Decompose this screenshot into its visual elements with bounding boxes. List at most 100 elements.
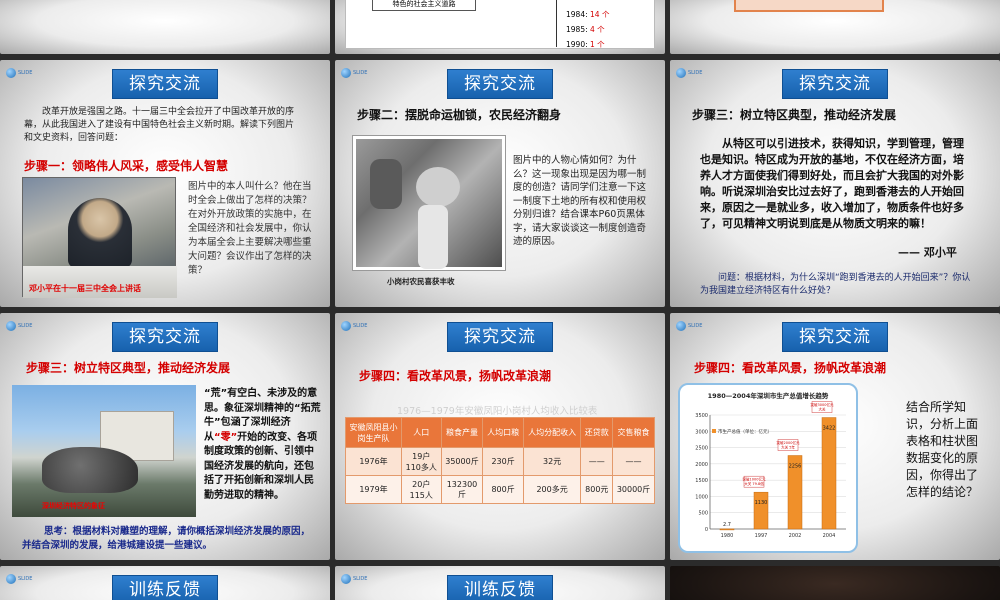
table-cell: —— bbox=[580, 447, 614, 476]
bar-value-label: 2256 bbox=[789, 464, 802, 470]
slide-thumbnail-7[interactable]: SLIDE 探究交流 步骤三：树立特区典型，推动经济发展 深圳经济特区的象征 “… bbox=[0, 313, 330, 560]
intro-text: 改革开放是强国之路。十一届三中全会拉开了中国改革开放的序幕，从此我国进入了建设有… bbox=[24, 107, 295, 143]
question-text: 问题：根据材料，为什么深圳“跑到香港去的人开始回来”？你认为我国建立经济特区有什… bbox=[700, 273, 971, 296]
slide-thumbnail-9[interactable]: SLIDE 探究交流 步骤四：看改革风景，扬帆改革浪潮 1980—2004年深圳… bbox=[670, 313, 1000, 560]
table-header: 交售粮食 bbox=[612, 417, 655, 448]
bar-value-label: 2.7 bbox=[723, 522, 731, 528]
farmer-figure bbox=[370, 159, 402, 209]
table-header: 人均分配收入 bbox=[522, 417, 582, 448]
step-heading: 步骤四：看改革风景，扬帆改革浪潮 bbox=[694, 361, 887, 375]
bar bbox=[753, 491, 769, 530]
photo-caption: 邓小平在十一届三中全会上讲话 bbox=[29, 284, 141, 293]
y-tick-label: 3000 bbox=[695, 429, 708, 435]
globe-icon bbox=[341, 68, 351, 78]
table-cell: 30000斤 bbox=[612, 475, 655, 504]
y-tick-label: 2500 bbox=[695, 446, 708, 452]
table-cell: 132300 斤 bbox=[440, 475, 484, 504]
logo-text: SLIDE bbox=[18, 575, 33, 582]
slide-thumbnail-5[interactable]: SLIDE 探究交流 步骤二：摆脱命运枷锁，农民经济翻身 小岗村农民喜获丰收 图… bbox=[335, 60, 665, 307]
road-text-box: 特色的社会主义道路 bbox=[372, 0, 476, 11]
orange-box bbox=[734, 0, 884, 12]
slide-thumbnail-2[interactable]: 特色的社会主义道路 1984: 14 个 1985: 4 个 1990: 1 个 bbox=[335, 0, 665, 54]
logo: SLIDE bbox=[676, 66, 702, 80]
step-heading: 步骤二：摆脱命运枷锁，农民经济翻身 bbox=[357, 108, 562, 122]
table-header: 人均口粮 bbox=[482, 417, 524, 448]
slide-thumbnail-6[interactable]: SLIDE 探究交流 步骤三：树立特区典型，推动经济发展 从特区可以引进技术，获… bbox=[670, 60, 1000, 307]
logo: SLIDE bbox=[6, 572, 32, 586]
table-cell: 230斤 bbox=[482, 447, 524, 476]
grain-sack bbox=[416, 167, 460, 207]
logo-text: SLIDE bbox=[353, 322, 368, 329]
bull-sculpture-photo: 深圳经济特区的象征 bbox=[12, 385, 196, 517]
body-text: “荒”有空白、未涉及的意思。象征深圳精神的“拓荒牛”包涵了深圳经济从“零”开始的… bbox=[204, 388, 321, 501]
table-cell: 19户 110多人 bbox=[401, 447, 442, 476]
table-cell: 32元 bbox=[522, 447, 582, 476]
table-cell: 20户 115人 bbox=[401, 475, 442, 504]
slide-title: 探究交流 bbox=[447, 322, 553, 352]
logo-text: SLIDE bbox=[688, 69, 703, 76]
callout-text: 突破2000亿元 bbox=[777, 440, 800, 445]
table-header: 粮食产量 bbox=[440, 417, 484, 448]
slide-thumbnail-8[interactable]: SLIDE 探究交流 步骤四：看改革风景，扬帆改革浪潮 1976—1979年安徽… bbox=[335, 313, 665, 560]
callout-text: 大关 bbox=[819, 407, 827, 412]
y-tick-label: 1000 bbox=[695, 494, 708, 500]
slide-thumbnail-3[interactable] bbox=[670, 0, 1000, 54]
bar-value-label: 1130 bbox=[755, 500, 768, 506]
slide-thumbnail-4[interactable]: SLIDE 探究交流 改革开放是强国之路。十一届三中全会拉开了中国改革开放的序幕… bbox=[0, 60, 330, 307]
farmers-photo bbox=[352, 135, 506, 271]
logo: SLIDE bbox=[341, 319, 367, 333]
globe-icon bbox=[676, 321, 686, 331]
x-tick-label: 1997 bbox=[755, 533, 768, 539]
x-tick-label: 1980 bbox=[721, 533, 734, 539]
table-cell: 35000斤 bbox=[440, 447, 484, 476]
y-tick-label: 2000 bbox=[695, 462, 708, 468]
logo-text: SLIDE bbox=[353, 69, 368, 76]
globe-icon bbox=[341, 321, 351, 331]
side-question: 结合所学知识，分析上面表格和柱状图数据变化的原因，你得出了怎样的结论？ bbox=[906, 400, 979, 499]
slide-thumbnail-1[interactable] bbox=[0, 0, 330, 54]
y-tick-label: 1500 bbox=[695, 478, 708, 484]
slide-title: 探究交流 bbox=[782, 322, 888, 352]
slide-title: 探究交流 bbox=[112, 322, 218, 352]
logo: SLIDE bbox=[341, 572, 367, 586]
table-cell: 1979年 bbox=[345, 475, 402, 504]
slide-thumbnail-10[interactable]: SLIDE 训练反馈 bbox=[0, 566, 330, 600]
table-cell: 800斤 bbox=[482, 475, 524, 504]
table-cell: —— bbox=[612, 447, 655, 476]
slide-title: 探究交流 bbox=[112, 69, 218, 99]
table-title: 1976—1979年安徽凤阳小岗村人均收入比较表 bbox=[397, 406, 598, 417]
slide-thumbnail-12[interactable] bbox=[670, 566, 1000, 600]
step-heading: 步骤一：领略伟人风采，感受伟人智慧 bbox=[24, 159, 229, 173]
logo-text: SLIDE bbox=[18, 69, 33, 76]
bar bbox=[821, 417, 837, 530]
logo: SLIDE bbox=[341, 66, 367, 80]
bull-statue bbox=[42, 447, 138, 493]
table-header: 还贷款 bbox=[580, 417, 614, 448]
person-figure bbox=[68, 198, 132, 268]
year-item: 1984: 14 个 bbox=[566, 10, 610, 19]
table-cell: 200多元 bbox=[522, 475, 582, 504]
x-tick-label: 2002 bbox=[789, 533, 802, 539]
slide-thumbnail-11[interactable]: SLIDE 训练反馈 bbox=[335, 566, 665, 600]
chart-panel: 1980—2004年深圳市生产总值增长趋势 0 500 1000 1500 2000 25… bbox=[678, 383, 858, 553]
question-text: 图片中的本人叫什么？他在当时全会上做出了怎样的决策？在对外开放政策的实施中，在全… bbox=[188, 181, 312, 276]
globe-icon bbox=[6, 68, 16, 78]
farmer-figure bbox=[418, 205, 448, 269]
table-header-row: 安徽凤阳县小岗生产队 人口 粮食产量 人均口粮 人均分配收入 还贷款 交售粮食 bbox=[345, 417, 655, 448]
y-tick-label: 3500 bbox=[695, 413, 708, 419]
photo-caption: 小岗村农民喜获丰收 bbox=[387, 277, 455, 286]
table-row: 1976年 19户 110多人 35000斤 230斤 32元 —— —— bbox=[345, 447, 655, 476]
step-heading: 步骤三：树立特区典型，推动经济发展 bbox=[692, 108, 897, 122]
globe-icon bbox=[341, 574, 351, 584]
logo-text: SLIDE bbox=[353, 575, 368, 582]
callout-text: 大关 5年 bbox=[781, 445, 795, 450]
income-table: 安徽凤阳县小岗生产队 人口 粮食产量 人均口粮 人均分配收入 还贷款 交售粮食 … bbox=[345, 417, 655, 504]
callout-text: 突破1000亿元 bbox=[743, 477, 766, 482]
logo: SLIDE bbox=[676, 319, 702, 333]
gdp-bar-chart: 0 500 1000 1500 2000 2500 3000 3500 市生产总值（单位：亿元）… bbox=[695, 401, 846, 539]
photo-caption: 深圳经济特区的象征 bbox=[42, 502, 105, 510]
slide-title: 探究交流 bbox=[447, 69, 553, 99]
deng-photo: 邓小平在十一届三中全会上讲话 bbox=[22, 177, 177, 298]
think-text: 思考：根据材料对雕塑的理解，请你概括深圳经济发展的原因，并结合深圳的发展，给港城… bbox=[22, 526, 311, 551]
callout-text: 突破3000亿元 bbox=[811, 402, 834, 407]
